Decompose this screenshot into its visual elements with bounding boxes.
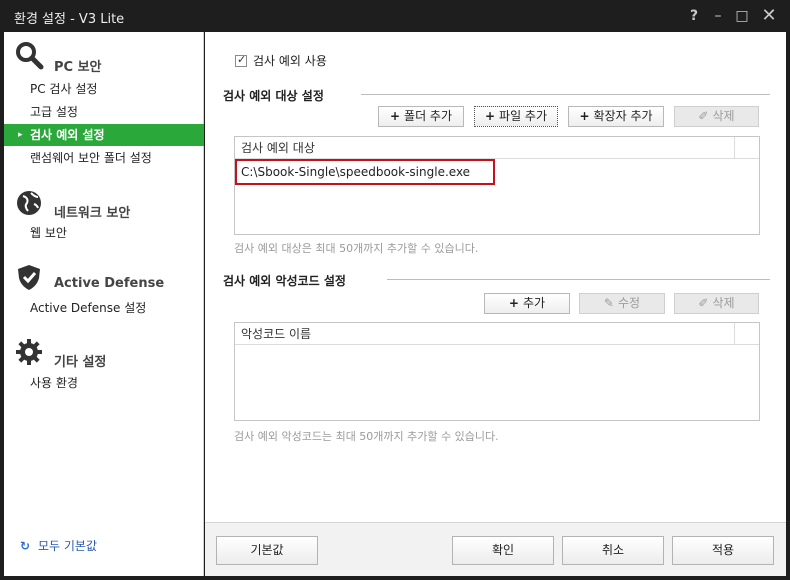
reset-all-label: 모두 기본값 — [38, 539, 98, 553]
target-group-title: 검사 예외 대상 설정 — [223, 89, 324, 103]
enable-exclusion-checkbox[interactable]: 검사 예외 사용 — [235, 52, 327, 69]
add-malware-button[interactable]: + 추가 — [484, 293, 570, 314]
globe-icon — [17, 191, 41, 215]
column-label: 악성코드 이름 — [241, 327, 312, 341]
sidebar-item-scan-exclusion[interactable]: ▸ 검사 예외 설정 — [4, 124, 204, 146]
plus-icon: + — [508, 296, 519, 310]
sidebar-item-pc-scan[interactable]: PC 검사 설정 — [4, 78, 204, 100]
main-panel: 검사 예외 사용 검사 예외 대상 설정 +폴더 추가 +파일 추가 +확장자 … — [205, 32, 786, 522]
malware-exclusion-list[interactable]: 악성코드 이름 — [234, 322, 760, 421]
reset-all-link[interactable]: ↻ 모두 기본값 — [20, 537, 97, 554]
section-title: Active Defense — [54, 276, 165, 291]
footer-bar: 기본값 확인 취소 적용 — [205, 522, 786, 576]
plus-icon: + — [389, 109, 401, 123]
close-button[interactable]: ✕ — [759, 6, 779, 26]
sidebar-item-environment[interactable]: 사용 환경 — [4, 372, 204, 394]
list-column-header[interactable]: 검사 예외 대상 — [235, 137, 759, 159]
eraser-icon: ✐ — [698, 109, 709, 123]
apply-button[interactable]: 적용 — [672, 536, 774, 565]
settings-window: 환경 설정 - V3 Lite ? – □ ✕ PC 보안 PC 검사 설정 고… — [0, 0, 790, 580]
section-title: 기타 설정 — [54, 355, 107, 370]
divider — [387, 279, 770, 280]
section-title: 네트워크 보안 — [54, 206, 131, 221]
sidebar: PC 보안 PC 검사 설정 고급 설정 ▸ 검사 예외 설정 랜섬웨어 보안 … — [4, 32, 204, 576]
divider — [361, 94, 770, 95]
button-label: 파일 추가 — [499, 109, 548, 123]
add-extension-button[interactable]: + 확장자 추가 — [568, 106, 664, 127]
sidebar-item-web-security[interactable]: 웹 보안 — [4, 222, 204, 244]
button-label: 삭제 — [712, 296, 735, 310]
edit-malware-button[interactable]: ✎ 수정 — [579, 293, 665, 314]
plus-icon: + — [484, 109, 496, 123]
pencil-icon: ✎ — [603, 296, 614, 310]
magnifier-icon — [16, 42, 44, 70]
target-limit-hint: 검사 예외 대상은 최대 50개까지 추가할 수 있습니다. — [234, 242, 479, 255]
gear-icon — [16, 339, 42, 365]
column-separator — [734, 137, 735, 159]
button-label: 삭제 — [712, 109, 735, 123]
highlight-box — [235, 159, 495, 185]
exclusion-target-list[interactable]: 검사 예외 대상 C:\Sbook-Single\speedbook-singl… — [234, 136, 760, 235]
column-separator — [734, 323, 735, 345]
shield-check-icon — [18, 265, 40, 290]
delete-malware-button[interactable]: ✐ 삭제 — [674, 293, 759, 314]
add-file-button[interactable]: + 파일 추가 — [474, 106, 558, 127]
section-title: PC 보안 — [54, 60, 102, 75]
section-pc-security: PC 보안 — [4, 40, 204, 75]
window-title: 환경 설정 - V3 Lite — [14, 12, 125, 27]
add-folder-button[interactable]: + 폴더 추가 — [378, 106, 464, 127]
button-label: 확장자 추가 — [593, 109, 653, 123]
list-column-header[interactable]: 악성코드 이름 — [235, 323, 759, 345]
eraser-icon: ✐ — [698, 296, 709, 310]
section-active-defense: Active Defense — [4, 262, 204, 296]
title-bar[interactable]: 환경 설정 - V3 Lite ? – □ ✕ — [0, 0, 790, 32]
section-other-settings: 기타 설정 — [4, 337, 204, 371]
ok-button[interactable]: 확인 — [452, 536, 554, 565]
malware-group-title: 검사 예외 악성코드 설정 — [223, 274, 346, 288]
checkbox-label: 검사 예외 사용 — [253, 54, 327, 68]
button-label: 폴더 추가 — [404, 109, 453, 123]
checkbox-checked-icon[interactable] — [235, 53, 247, 67]
default-button[interactable]: 기본값 — [216, 536, 318, 565]
section-network-security: 네트워크 보안 — [4, 188, 204, 222]
minimize-button[interactable]: – — [708, 6, 728, 26]
caret-right-icon: ▸ — [18, 130, 23, 140]
help-button[interactable]: ? — [684, 6, 704, 26]
maximize-button[interactable]: □ — [732, 6, 752, 26]
plus-icon: + — [579, 109, 590, 123]
sidebar-item-active-defense-settings[interactable]: Active Defense 설정 — [4, 297, 204, 319]
sidebar-item-advanced[interactable]: 고급 설정 — [4, 101, 204, 123]
sidebar-item-label: 검사 예외 설정 — [30, 128, 105, 142]
column-label: 검사 예외 대상 — [241, 141, 315, 155]
sidebar-item-ransomware-folder[interactable]: 랜섬웨어 보안 폴더 설정 — [4, 147, 204, 169]
reset-arrow-icon: ↻ — [20, 539, 31, 553]
button-label: 수정 — [617, 296, 641, 310]
malware-limit-hint: 검사 예외 악성코드는 최대 50개까지 추가할 수 있습니다. — [234, 430, 499, 443]
button-label: 추가 — [522, 296, 546, 310]
cancel-button[interactable]: 취소 — [562, 536, 664, 565]
delete-target-button[interactable]: ✐ 삭제 — [674, 106, 759, 127]
